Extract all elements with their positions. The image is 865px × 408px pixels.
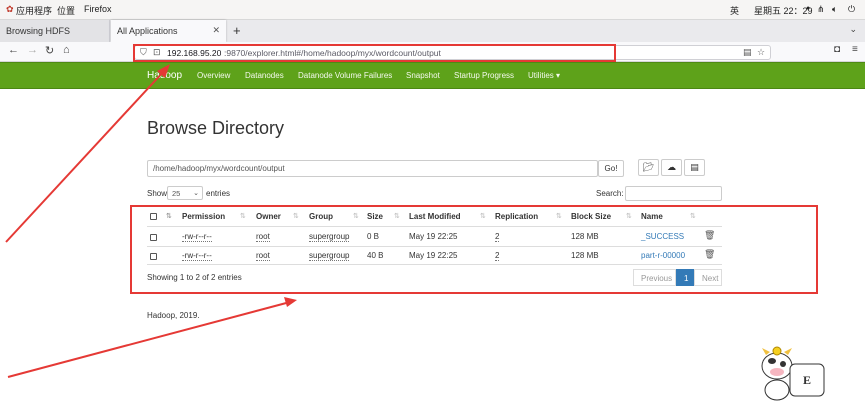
annotation-arrows bbox=[5, 64, 297, 378]
arrowhead-icon bbox=[284, 297, 297, 307]
cow-mascot-icon: E bbox=[761, 346, 825, 401]
arrow-to-url bbox=[5, 69, 166, 243]
sticker-letter: E bbox=[803, 373, 811, 387]
arrow-to-table bbox=[7, 301, 291, 378]
